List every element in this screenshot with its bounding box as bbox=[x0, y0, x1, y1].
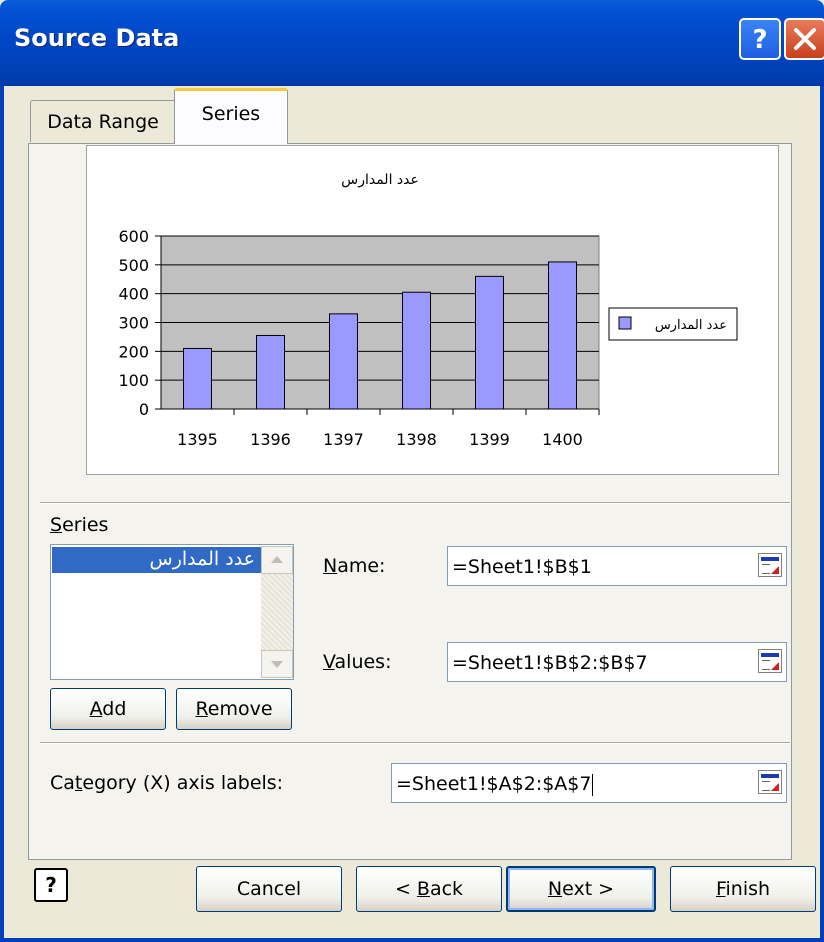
values-value: =Sheet1!$B$2:$B$7 bbox=[452, 652, 648, 674]
y-tick-label: 0 bbox=[139, 400, 149, 419]
series-listbox[interactable]: عدد المدارس bbox=[50, 544, 294, 680]
name-label: Name: bbox=[323, 555, 386, 577]
values-label: Values: bbox=[323, 651, 392, 673]
bar bbox=[329, 313, 358, 410]
series-label: Series bbox=[50, 514, 109, 536]
range-select-icon[interactable] bbox=[758, 553, 782, 577]
list-item[interactable]: عدد المدارس bbox=[52, 547, 261, 573]
title-help-button[interactable]: ? bbox=[739, 18, 781, 60]
bar bbox=[548, 261, 577, 410]
back-button[interactable]: < Back bbox=[356, 866, 502, 912]
question-icon: ? bbox=[752, 25, 767, 55]
help-icon[interactable]: ? bbox=[34, 868, 68, 902]
x-tick-label: 1397 bbox=[323, 430, 364, 449]
cancel-button[interactable]: Cancel bbox=[196, 866, 342, 912]
bar bbox=[256, 334, 285, 410]
bar bbox=[183, 347, 212, 410]
tab-series[interactable]: Series bbox=[174, 88, 288, 144]
y-tick-label: 500 bbox=[118, 256, 149, 275]
category-label: Category (X) axis labels: bbox=[50, 772, 284, 794]
close-icon bbox=[794, 28, 816, 50]
x-tick-label: 1395 bbox=[177, 430, 218, 449]
x-tick-label: 1398 bbox=[396, 430, 437, 449]
chart-preview: عدد المدارس 0 100 200 300 400 500 600 1395 1396 13… bbox=[86, 145, 779, 475]
chart-title: عدد المدارس bbox=[341, 172, 419, 188]
x-tick-label: 1400 bbox=[542, 430, 583, 449]
name-field[interactable]: =Sheet1!$B$1 bbox=[447, 546, 787, 586]
name-value: =Sheet1!$B$1 bbox=[452, 556, 592, 578]
y-tick-label: 100 bbox=[118, 371, 149, 390]
window-title: Source Data bbox=[14, 24, 180, 52]
category-value: =Sheet1!$A$2:$A$7 bbox=[396, 773, 594, 796]
legend-label: عدد المدارس bbox=[655, 318, 727, 333]
text-cursor bbox=[592, 773, 594, 796]
remove-button[interactable]: Remove bbox=[176, 688, 292, 730]
y-tick-label: 400 bbox=[118, 285, 149, 304]
y-tick-label: 200 bbox=[118, 342, 149, 361]
bar bbox=[402, 291, 431, 410]
bar bbox=[475, 275, 504, 410]
scroll-up-button[interactable] bbox=[261, 546, 293, 574]
tab-data-range-label: Data Range bbox=[47, 111, 159, 133]
tab-series-label: Series bbox=[201, 103, 261, 125]
x-tick-label: 1399 bbox=[469, 430, 510, 449]
x-tick-label: 1396 bbox=[250, 430, 291, 449]
legend-swatch bbox=[618, 316, 632, 330]
listbox-scrollbar[interactable] bbox=[261, 546, 293, 678]
separator bbox=[40, 742, 790, 744]
svg-text:?: ? bbox=[752, 25, 767, 55]
y-tick-label: 300 bbox=[118, 314, 149, 333]
chart-svg: عدد المدارس 0 100 200 300 400 500 600 1395 1396 13… bbox=[118, 172, 738, 449]
y-tick-label: 600 bbox=[118, 227, 149, 246]
close-button[interactable] bbox=[784, 18, 824, 60]
tab-data-range[interactable]: Data Range bbox=[30, 100, 176, 142]
separator bbox=[40, 502, 790, 504]
scroll-down-button[interactable] bbox=[261, 650, 293, 678]
title-bar: Source Data ? bbox=[0, 0, 824, 86]
values-field[interactable]: =Sheet1!$B$2:$B$7 bbox=[447, 642, 787, 682]
range-select-icon[interactable] bbox=[758, 649, 782, 673]
add-button[interactable]: Add bbox=[50, 688, 166, 730]
finish-button[interactable]: Finish bbox=[670, 866, 816, 912]
category-field[interactable]: =Sheet1!$A$2:$A$7 bbox=[391, 763, 787, 803]
next-button[interactable]: Next > bbox=[506, 866, 656, 912]
range-select-icon[interactable] bbox=[758, 770, 782, 794]
